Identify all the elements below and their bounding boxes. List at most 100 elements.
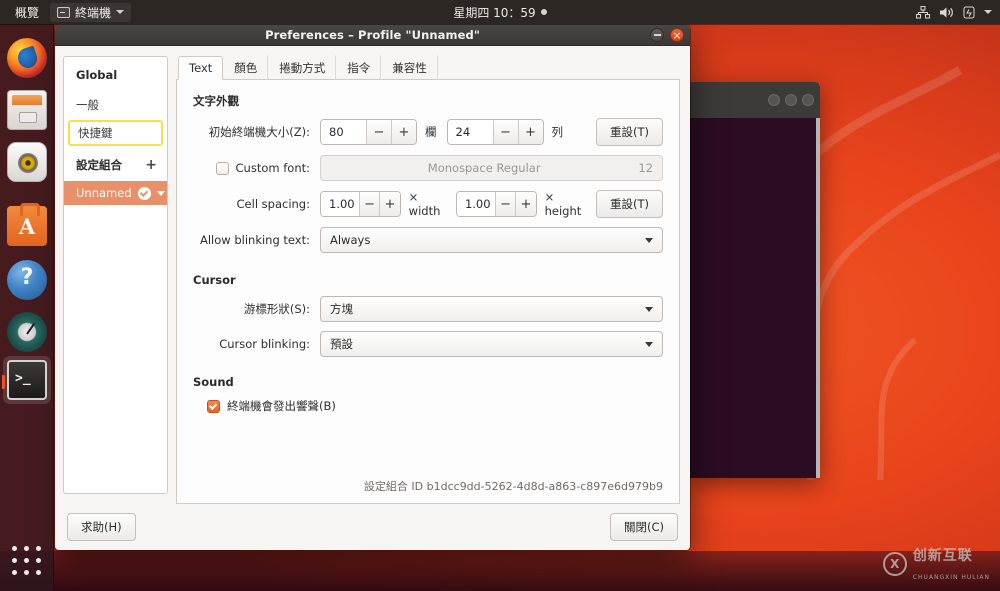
font-name-label: Monospace Regular (427, 161, 541, 175)
tab-text[interactable]: Text (178, 56, 224, 80)
cursor-shape-dropdown[interactable]: 方塊 (320, 296, 663, 322)
background-terminal-close-icon[interactable] (802, 94, 814, 106)
chevron-down-icon[interactable] (984, 10, 992, 14)
custom-font-label: Custom font: (235, 161, 310, 175)
network-icon (916, 5, 930, 18)
top-bar: 概覽 終端機 星期四 10：59 (0, 0, 1000, 24)
custom-font-checkbox[interactable] (215, 161, 229, 175)
cell-width-value[interactable]: 1.00 (321, 192, 359, 216)
watermark-en-label: CHUANGXIN HULIAN (912, 574, 990, 581)
power-icon (963, 6, 975, 18)
cursor-blinking-dropdown[interactable]: 預設 (320, 331, 663, 357)
watermark-cn-label: 创新互联 (912, 548, 973, 564)
system-tray[interactable] (916, 5, 1000, 19)
tab-command-label: 指令 (347, 61, 371, 75)
section-title-text-appearance: 文字外觀 (193, 94, 239, 108)
tab-scrolling[interactable]: 捲動方式 (268, 55, 337, 80)
notification-dot-icon (540, 9, 547, 15)
sidebar-item-general-label: 一般 (76, 98, 99, 112)
reset-size-button[interactable]: 重設(T) (596, 118, 663, 146)
terminal-bell-checkbox[interactable] (207, 399, 220, 413)
preferences-window: Preferences – Profile "Unnamed" Global 一… (55, 24, 690, 550)
rows-value[interactable]: 24 (447, 120, 493, 144)
rows-unit-label: 列 (551, 125, 564, 139)
activities-button[interactable]: 概覽 (8, 3, 46, 22)
cell-height-value[interactable]: 1.00 (456, 192, 495, 216)
sidebar-item-shortcuts[interactable]: 快捷鍵 (68, 120, 163, 146)
tab-colors-label: 顏色 (234, 61, 258, 75)
show-applications-button[interactable] (10, 544, 44, 578)
check-circle-icon (137, 186, 151, 200)
rows-stepper[interactable]: 24 − + (446, 119, 544, 145)
columns-decrement-button[interactable]: − (366, 120, 391, 144)
main-pane: Text 顏色 捲動方式 指令 兼容性 文字外觀 初始終端機大小(Z): 80 … (176, 46, 690, 504)
background-terminal-titlebar[interactable] (688, 82, 820, 118)
tab-scrolling-label: 捲動方式 (279, 61, 326, 75)
tab-compatibility-label: 兼容性 (392, 61, 427, 75)
watermark: 创新互联 CHUANGXIN HULIAN (882, 545, 990, 583)
minimize-icon[interactable] (650, 28, 664, 42)
font-size-label: 12 (638, 161, 653, 175)
columns-unit-label: 欄 (425, 125, 437, 139)
close-dialog-button[interactable]: 關閉(C) (609, 513, 678, 541)
volume-icon (940, 7, 953, 17)
background-terminal-minimize-icon[interactable] (768, 94, 780, 106)
columns-value[interactable]: 80 (321, 120, 366, 144)
dock-item-firefox[interactable] (7, 38, 47, 78)
top-bar-center: 星期四 10：59 (0, 4, 1000, 21)
dock-item-rhythmbox[interactable] (7, 142, 47, 182)
tab-compatibility[interactable]: 兼容性 (381, 55, 438, 80)
section-title-sound: Sound (193, 375, 234, 389)
dock-item-help[interactable] (7, 260, 47, 300)
watermark-text: 创新互联 CHUANGXIN HULIAN (913, 545, 990, 583)
background-terminal-maximize-icon[interactable] (785, 94, 797, 106)
cell-height-stepper[interactable]: 1.00 − + (455, 191, 537, 217)
cell-width-increment-button[interactable]: + (379, 192, 400, 216)
terminal-icon (57, 6, 71, 18)
cell-width-stepper[interactable]: 1.00 − + (320, 191, 401, 217)
dock-item-terminal[interactable] (2, 360, 47, 400)
window-footer: 求助(H) 關閉(C) (55, 504, 690, 550)
add-profile-button[interactable]: + (145, 158, 157, 172)
window-titlebar[interactable]: Preferences – Profile "Unnamed" (55, 24, 690, 46)
tab-panel-text: 文字外觀 初始終端機大小(Z): 80 − + 欄 24 − + 列 重設(T)… (176, 80, 680, 504)
sidebar-item-general[interactable]: 一般 (64, 92, 167, 118)
rows-increment-button[interactable]: + (517, 120, 543, 144)
font-picker-button[interactable]: Monospace Regular 12 (320, 155, 663, 181)
initial-size-label: 初始終端機大小(Z): (208, 125, 310, 139)
close-icon[interactable] (670, 28, 684, 42)
custom-font-toggle[interactable]: Custom font: (193, 161, 320, 175)
columns-stepper[interactable]: 80 − + (320, 119, 417, 145)
cell-width-decrement-button[interactable]: − (358, 192, 380, 216)
cell-height-decrement-button[interactable]: − (494, 192, 516, 216)
chevron-down-icon[interactable] (156, 190, 165, 196)
cursor-shape-label: 游標形狀(S): (243, 302, 310, 316)
sidebar-item-profile-unnamed[interactable]: Unnamed (64, 181, 167, 205)
help-button[interactable]: 求助(H) (67, 513, 136, 541)
dock-item-ubuntu-software[interactable] (7, 203, 47, 246)
blinking-text-dropdown[interactable]: Always (320, 227, 663, 253)
cell-spacing-label: Cell spacing: (236, 197, 310, 211)
row-terminal-bell[interactable]: 終端機會發出響聲(B) (207, 398, 663, 414)
cell-height-increment-button[interactable]: + (515, 192, 536, 216)
sidebar-header-global: Global (64, 65, 167, 85)
columns-increment-button[interactable]: + (391, 120, 416, 144)
row-initial-size: 初始終端機大小(Z): 80 − + 欄 24 − + 列 重設(T) (193, 118, 663, 146)
tab-text-label: Text (189, 61, 213, 75)
sidebar: Global 一般 快捷鍵 設定組合 + Unnamed (55, 46, 176, 504)
clock-button[interactable]: 星期四 10：59 (453, 4, 547, 21)
app-menu-label: 終端機 (75, 5, 112, 20)
background-terminal-content[interactable] (688, 118, 820, 478)
row-custom-font: Custom font: Monospace Regular 12 (193, 155, 663, 181)
dock-item-disk-usage-analyzer[interactable] (7, 312, 47, 352)
background-terminal-window[interactable] (688, 82, 820, 478)
tab-command[interactable]: 指令 (336, 55, 382, 80)
dock-item-files[interactable] (7, 90, 47, 130)
clock-label: 星期四 10：59 (453, 5, 536, 20)
top-bar-left: 概覽 終端機 (0, 2, 132, 22)
rows-decrement-button[interactable]: − (492, 120, 518, 144)
tab-colors[interactable]: 顏色 (223, 55, 269, 80)
app-menu-button[interactable]: 終端機 (50, 2, 132, 22)
sidebar-list: Global 一般 快捷鍵 設定組合 + Unnamed (63, 56, 168, 494)
reset-spacing-button[interactable]: 重設(T) (596, 190, 663, 218)
